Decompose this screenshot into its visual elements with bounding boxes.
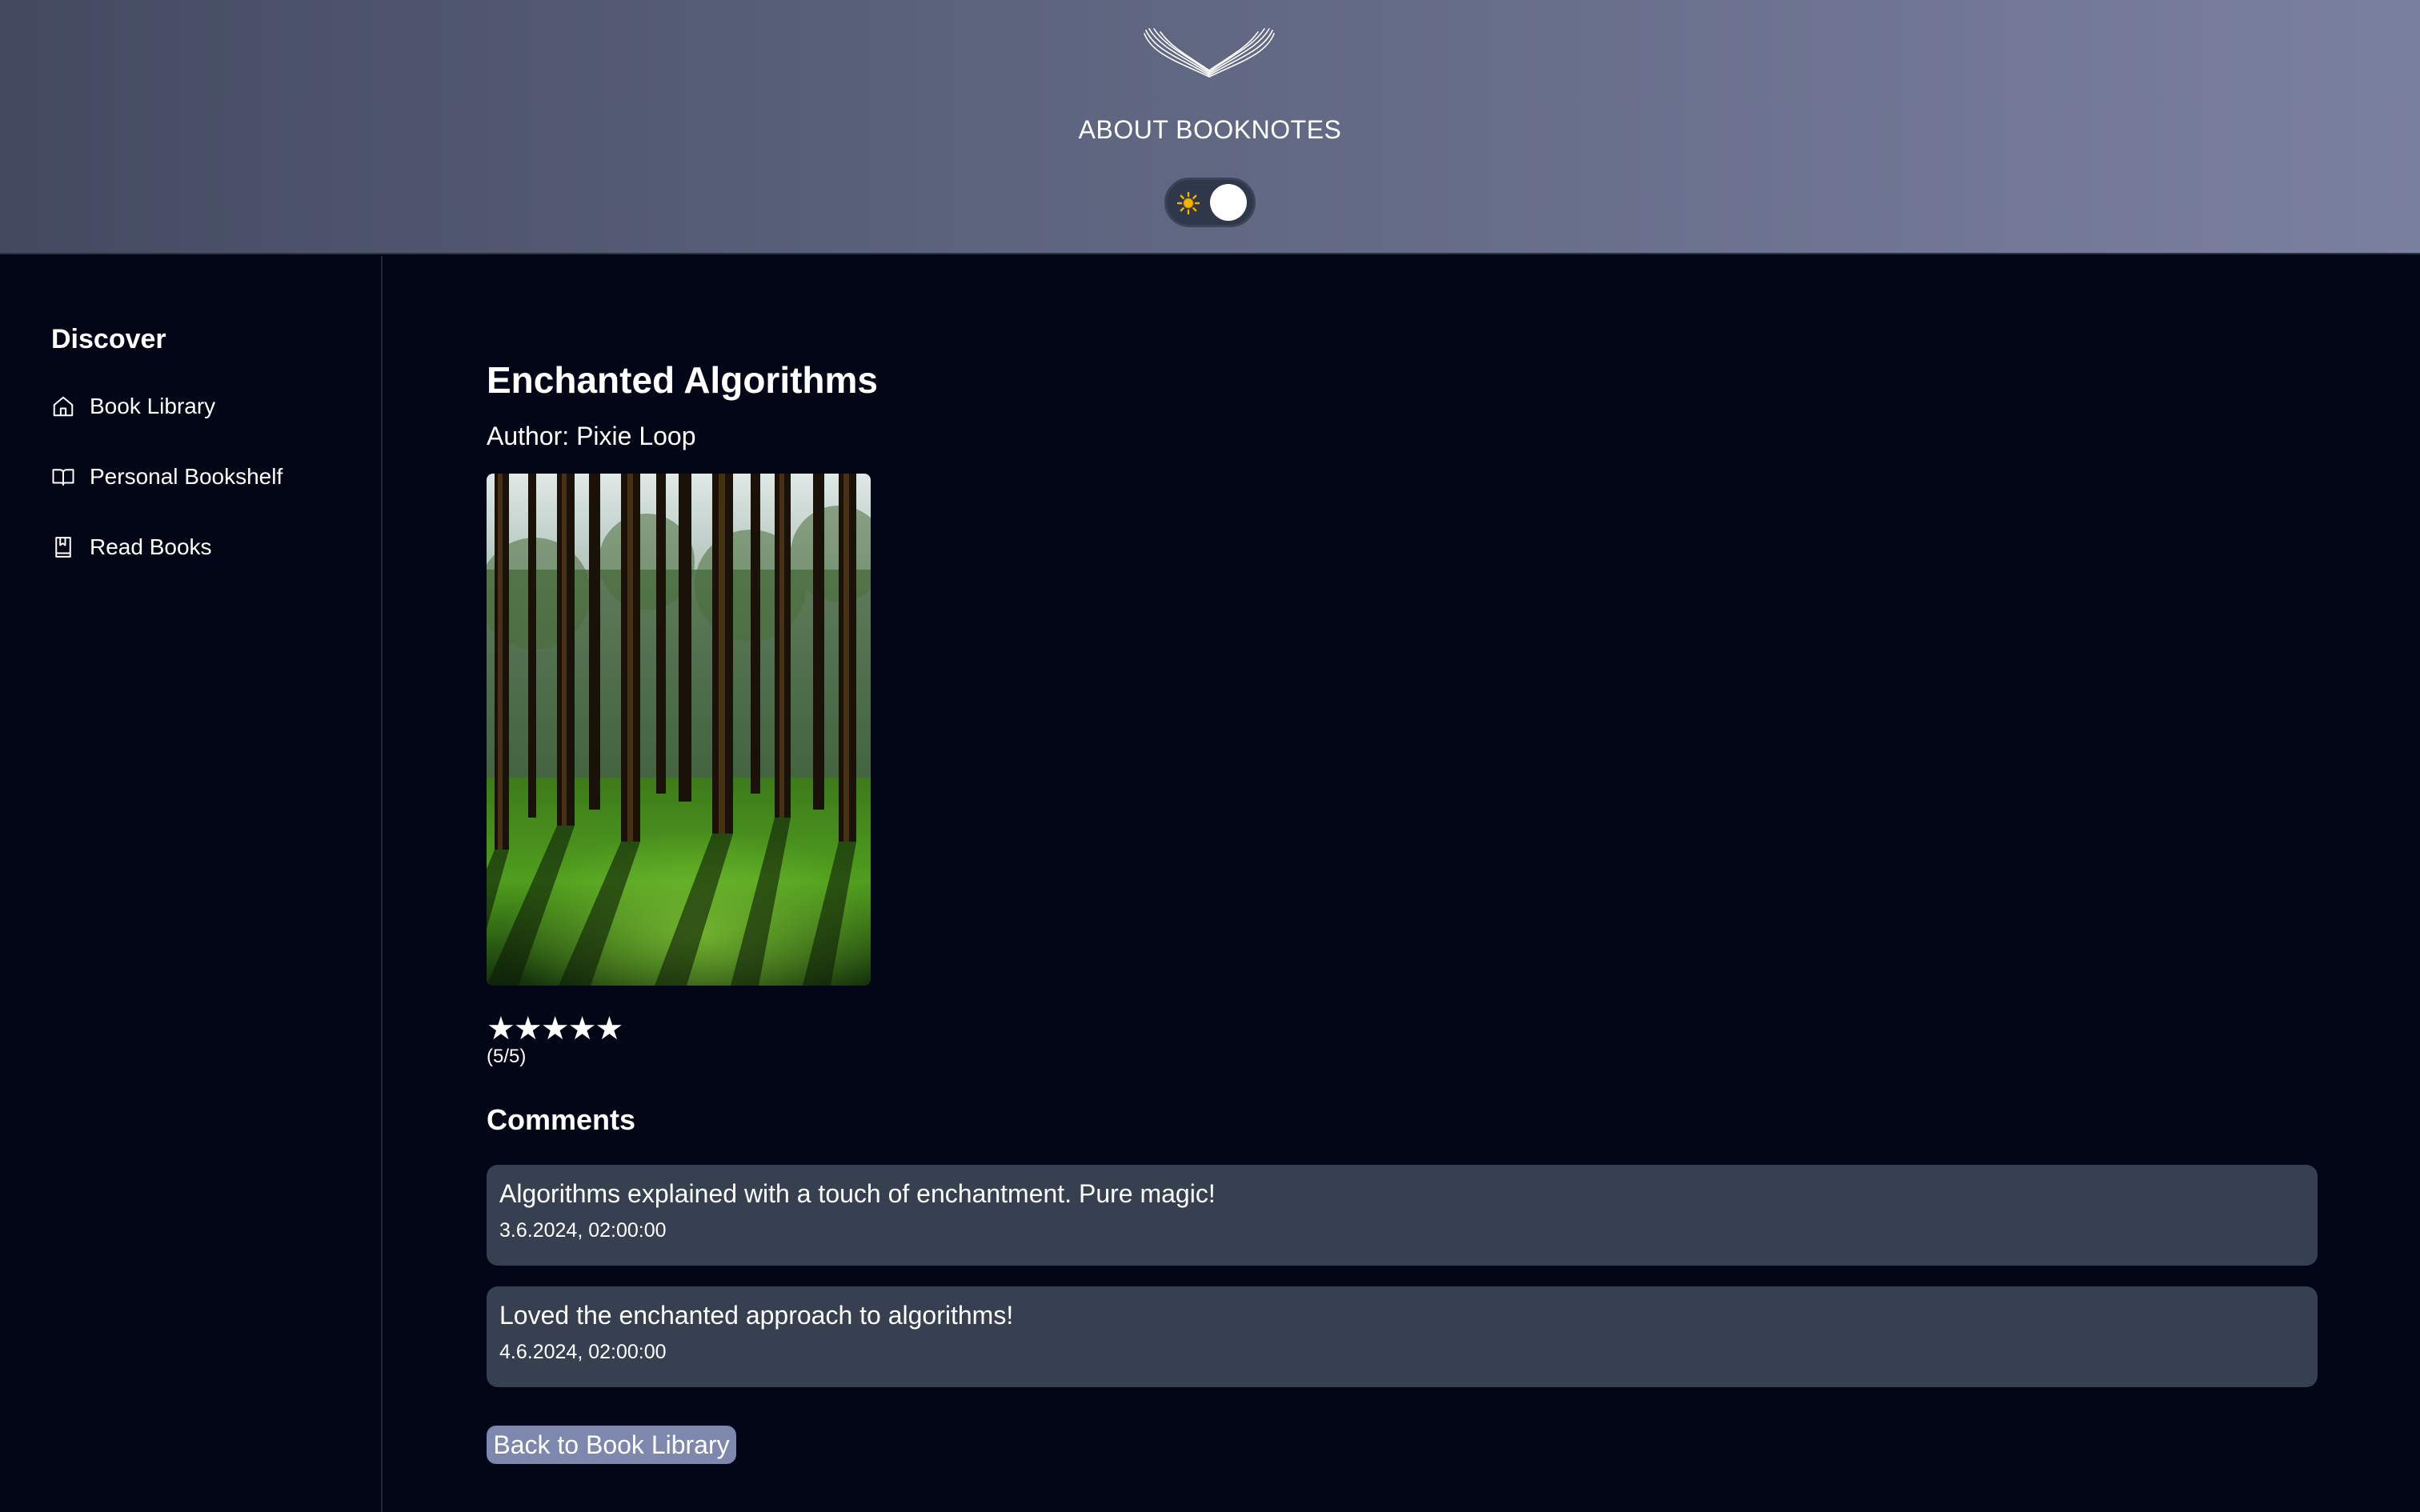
top-header: ABOUT BOOKNOTES bbox=[0, 0, 2420, 254]
toggle-knob[interactable] bbox=[1210, 184, 1247, 221]
comment-date: 3.6.2024, 02:00:00 bbox=[499, 1219, 667, 1242]
sun-icon bbox=[1176, 191, 1200, 215]
book-cover-image bbox=[487, 474, 871, 986]
sidebar-item-label: Read Books bbox=[90, 534, 212, 559]
theme-toggle[interactable] bbox=[1164, 178, 1256, 227]
about-booknotes-link[interactable]: ABOUT BOOKNOTES bbox=[1050, 114, 1370, 146]
back-to-library-button[interactable]: Back to Book Library bbox=[487, 1426, 736, 1464]
comment-text: Algorithms explained with a touch of enc… bbox=[499, 1179, 1216, 1208]
book-author: Author: Pixie Loop bbox=[487, 422, 696, 450]
bookmark-book-icon bbox=[55, 537, 71, 558]
home-icon bbox=[53, 396, 74, 417]
sidebar-item-personal-bookshelf[interactable]: Personal Bookshelf bbox=[51, 459, 282, 494]
sidebar-item-label: Personal Bookshelf bbox=[90, 464, 283, 489]
comment-card: Loved the enchanted approach to algorith… bbox=[487, 1286, 2318, 1387]
open-book-icon bbox=[52, 469, 74, 486]
comment-text: Loved the enchanted approach to algorith… bbox=[499, 1301, 1014, 1330]
comment-card: Algorithms explained with a touch of enc… bbox=[487, 1165, 2318, 1266]
wings-logo-icon[interactable] bbox=[1141, 27, 1277, 83]
comments-title: Comments bbox=[487, 1103, 636, 1136]
rating-text: (5/5) bbox=[487, 1046, 527, 1067]
sidebar-item-read-books[interactable]: Read Books bbox=[51, 530, 212, 565]
sidebar: Discover Book Library Personal Bookshelf… bbox=[0, 256, 383, 1512]
book-title: Enchanted Algorithms bbox=[487, 359, 878, 401]
sidebar-item-book-library[interactable]: Book Library bbox=[51, 389, 215, 424]
star-rating: ★★★★★ bbox=[487, 1011, 623, 1046]
comment-date: 4.6.2024, 02:00:00 bbox=[499, 1341, 667, 1363]
sidebar-item-label: Book Library bbox=[90, 394, 216, 418]
sidebar-title: Discover bbox=[51, 324, 166, 354]
